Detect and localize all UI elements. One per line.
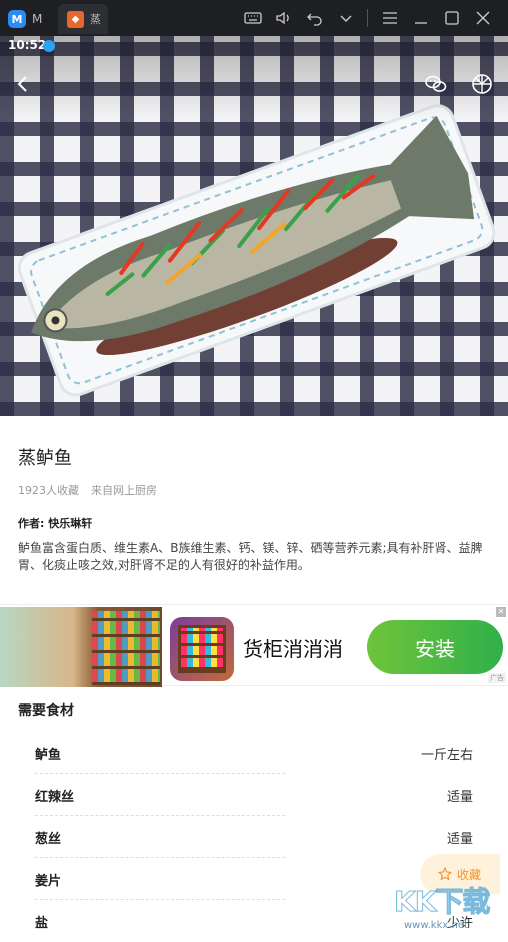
ad-close-icon[interactable]: ✕ — [496, 607, 506, 617]
maximize-icon[interactable] — [436, 6, 467, 30]
ad-tag: 广告 — [488, 673, 506, 683]
ingredient-name: 红辣丝 — [35, 790, 75, 805]
ingredient-row: 鲈鱼 一斤左右 — [0, 732, 508, 774]
toolbar-divider — [367, 9, 368, 27]
undo-icon[interactable] — [299, 6, 330, 30]
ad-icon-shelf-graphic — [178, 625, 226, 673]
ingredient-name: 姜片 — [35, 874, 62, 889]
ingredient-amount: 适量 — [446, 832, 473, 847]
ingredient-name: 鲈鱼 — [35, 748, 62, 763]
recipe-description: 鲈鱼富含蛋白质、维生素A、B族维生素、钙、镁、锌、硒等营养元素;具有补肝肾、益脾… — [18, 541, 483, 572]
close-icon[interactable] — [467, 6, 498, 30]
share-wechat-button[interactable] — [424, 72, 448, 96]
minimize-icon[interactable] — [405, 6, 436, 30]
recipe-hero-image: 10:52 — [0, 36, 508, 416]
moments-icon — [472, 74, 492, 94]
share-moments-button[interactable] — [470, 72, 494, 96]
keyboard-icon[interactable] — [237, 6, 268, 30]
emulator-tab-app[interactable]: ◆ 蒸 — [58, 4, 108, 34]
recipe-meta: 1923人收藏 来自网上厨房 — [18, 482, 157, 498]
ad-screenshot-image — [0, 607, 162, 687]
emulator-logo-icon: M — [8, 10, 26, 28]
ingredient-name: 葱丝 — [35, 832, 62, 847]
watermark-text: KK下载 — [393, 885, 490, 919]
ad-shelf-graphic — [92, 611, 160, 685]
emulator-tab-app-label: 蒸 — [90, 13, 101, 26]
status-time: 10:52 — [8, 38, 47, 52]
app-tab-icon: ◆ — [67, 10, 84, 28]
volume-icon[interactable] — [268, 6, 299, 30]
ad-app-name: 货柜消消消 — [243, 637, 343, 661]
author-name: 快乐琳轩 — [48, 517, 93, 530]
ingredient-row: 红辣丝 适量 — [0, 774, 508, 816]
back-icon — [17, 76, 27, 92]
ingredients-header: 需要食材 — [18, 703, 74, 719]
ad-install-button[interactable]: 安装 — [367, 620, 503, 674]
ingredient-name: 盐 — [35, 916, 49, 931]
emulator-tab-home-label: M — [32, 12, 43, 26]
chevron-down-icon[interactable] — [330, 6, 361, 30]
ingredient-row: 葱丝 适量 — [0, 816, 508, 858]
author-label: 作者: — [18, 517, 45, 530]
emulator-title-bar: M M ◆ 蒸 — [0, 0, 508, 36]
ad-app-icon — [170, 617, 234, 681]
recipe-title: 蒸鲈鱼 — [18, 448, 72, 469]
back-button[interactable] — [12, 72, 36, 96]
recipe-author[interactable]: 作者: 快乐琳轩 — [18, 515, 92, 531]
ingredient-amount: 一斤左右 — [420, 748, 473, 763]
watermark-url: www.kkx.net — [404, 920, 468, 931]
site-watermark: KK下载 www.kkx.net — [390, 876, 508, 936]
emulator-tab-home[interactable]: M M — [8, 7, 52, 31]
recipe-source: 来自网上厨房 — [91, 484, 157, 497]
notification-icon — [43, 40, 55, 52]
wechat-icon — [425, 75, 447, 92]
ingredient-amount: 适量 — [446, 790, 473, 805]
menu-icon[interactable] — [374, 6, 405, 30]
ad-banner[interactable]: 货柜消消消 安装 ✕ 广告 — [0, 604, 508, 687]
collect-count: 1923人收藏 — [18, 484, 79, 497]
